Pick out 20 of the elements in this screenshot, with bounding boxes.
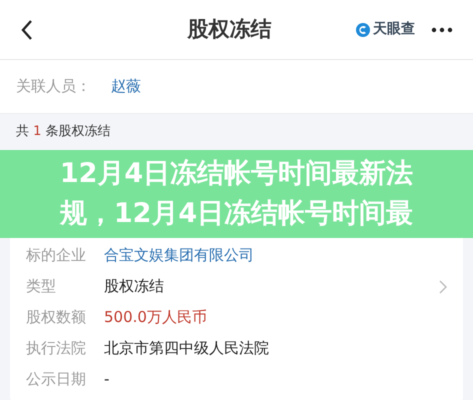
field-value: - — [104, 369, 110, 390]
record-card[interactable]: 标的企业 合宝文娱集团有限公司 类型 股权冻结 股权数额 500.0万人民币 执行法院 北京市第四中级人民法院 公示日期 - — [10, 238, 463, 400]
field-value[interactable]: 合宝文娱集团有限公司 — [104, 244, 254, 267]
field-value: 北京市第四中级人民法院 — [104, 338, 269, 360]
field-label: 股权数额 — [26, 307, 87, 328]
brand-logo-icon — [355, 22, 371, 38]
field-label: 标的企业 — [26, 245, 87, 266]
field-label: 公示日期 — [26, 369, 87, 390]
brand-name: 天眼查 — [373, 20, 415, 39]
back-icon[interactable] — [20, 18, 34, 40]
banner-title: 12月4日冻结帐号时间最新法规，12月4日冻结帐号时间最 — [58, 157, 414, 231]
record-count: 共 1 条股权冻结 — [16, 123, 111, 142]
field-value: 500.0万人民币 — [104, 307, 207, 328]
related-label: 关联人员： — [16, 76, 91, 98]
field-label: 执行法院 — [26, 338, 87, 360]
field-value: 股权冻结 — [104, 276, 164, 298]
related-person-link[interactable]: 赵薇 — [111, 75, 141, 98]
more-icon[interactable] — [431, 26, 453, 32]
field-label: 类型 — [26, 276, 57, 298]
page-title: 股权冻结 — [188, 16, 272, 43]
